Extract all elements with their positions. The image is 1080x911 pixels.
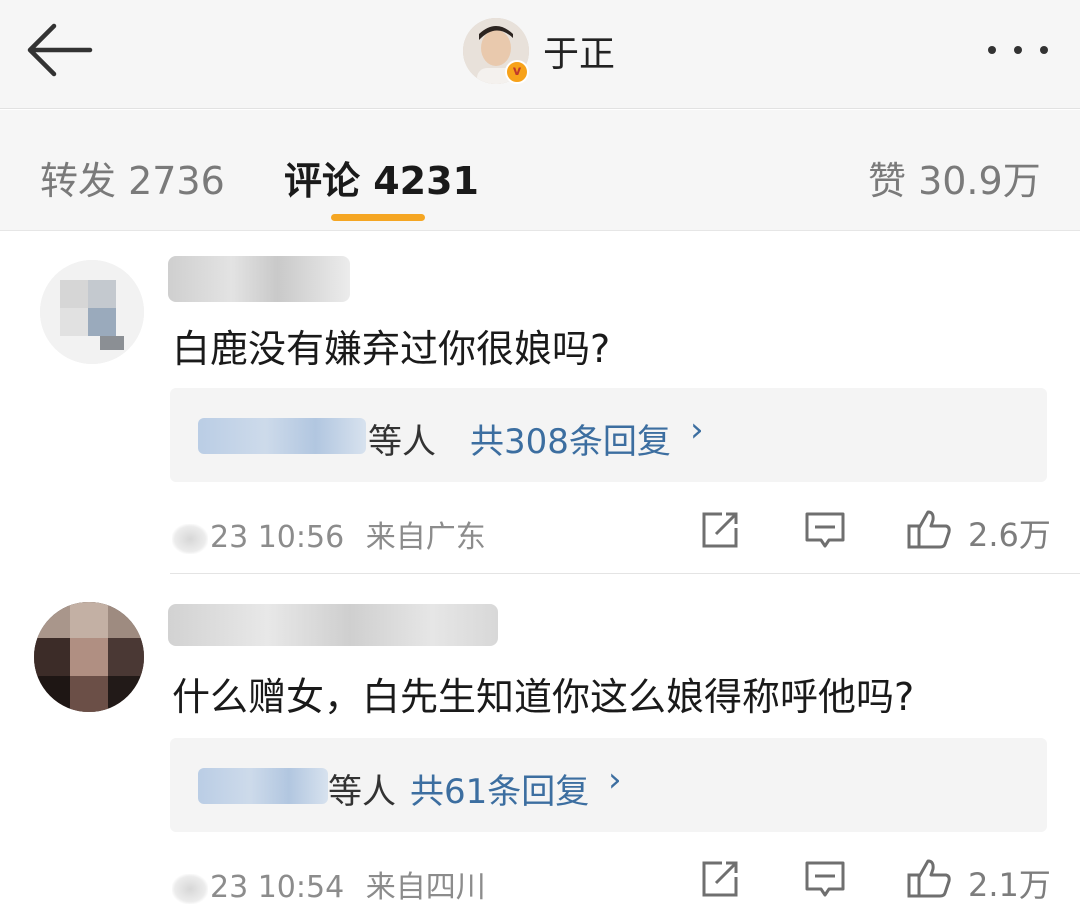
replies-preview[interactable]: 等人 共308条回复 › [170, 388, 1047, 482]
like-button[interactable] [906, 508, 952, 550]
tab-likes[interactable]: 赞 30.9万 [868, 150, 1041, 205]
replies-preview[interactable]: 等人 共61条回复 › [170, 738, 1047, 832]
comment-location: 来自四川 [365, 870, 486, 905]
thumbs-up-icon [907, 859, 951, 898]
comment-time: 23 10:56 [210, 520, 345, 555]
page-title: 于正 [543, 34, 616, 75]
comment-text: 白鹿没有嫌弃过你很娘吗? [172, 327, 611, 371]
share-icon [702, 861, 738, 897]
replier-name [198, 418, 366, 454]
like-count: 2.6万 [968, 516, 1051, 554]
replier-name [198, 768, 328, 804]
like-count: 2.1万 [968, 866, 1051, 904]
repost-button[interactable] [700, 510, 740, 550]
comment-location: 来自广东 [365, 520, 486, 555]
reply-count-link[interactable]: 共61条回复 [410, 764, 589, 813]
more-dots-icon [988, 46, 996, 54]
repost-button[interactable] [700, 859, 740, 899]
verified-badge-icon: v [505, 60, 529, 84]
active-tab-indicator [331, 214, 425, 221]
navigation-bar: 于正 v [0, 0, 1080, 109]
commenter-avatar[interactable] [34, 602, 144, 712]
commenter-avatar[interactable] [40, 260, 144, 364]
comment-meta: 23 10:56 来自广东 [172, 512, 486, 556]
commenter-username[interactable] [168, 604, 498, 646]
profile-title[interactable]: 于正 [463, 16, 615, 86]
comment-item: 什么赠女，白先生知道你这么娘得称呼他吗? 等人 共61条回复 › 23 10:5… [0, 574, 1080, 911]
like-button[interactable] [906, 857, 952, 899]
comment-button[interactable] [804, 510, 846, 550]
commenter-username[interactable] [168, 256, 350, 302]
share-icon [702, 512, 738, 548]
replies-by-label: 等人 [368, 422, 436, 462]
tab-comments[interactable]: 评论 4231 [284, 150, 479, 205]
comment-time: 23 10:54 [210, 870, 345, 905]
thumbs-up-icon [907, 510, 951, 549]
comment-icon [805, 861, 845, 897]
arrow-left-icon [27, 23, 93, 77]
comment-icon [805, 512, 845, 548]
chevron-right-icon: › [608, 760, 622, 800]
chevron-right-icon: › [690, 410, 704, 450]
reply-count-link[interactable]: 共308条回复 [470, 414, 671, 463]
tab-bar: 转发 2736 评论 4231 赞 30.9万 [0, 110, 1080, 231]
replies-by-label: 等人 [328, 772, 396, 812]
comment-meta: 23 10:54 来自四川 [172, 862, 486, 906]
tab-reposts[interactable]: 转发 2736 [40, 150, 225, 205]
comment-text: 什么赠女，白先生知道你这么娘得称呼他吗? [172, 675, 915, 719]
more-options-button[interactable] [982, 30, 1054, 70]
back-button[interactable] [22, 18, 102, 82]
comment-item: 白鹿没有嫌弃过你很娘吗? 等人 共308条回复 › 23 10:56 来自广东 … [0, 232, 1080, 572]
comment-button[interactable] [804, 859, 846, 899]
